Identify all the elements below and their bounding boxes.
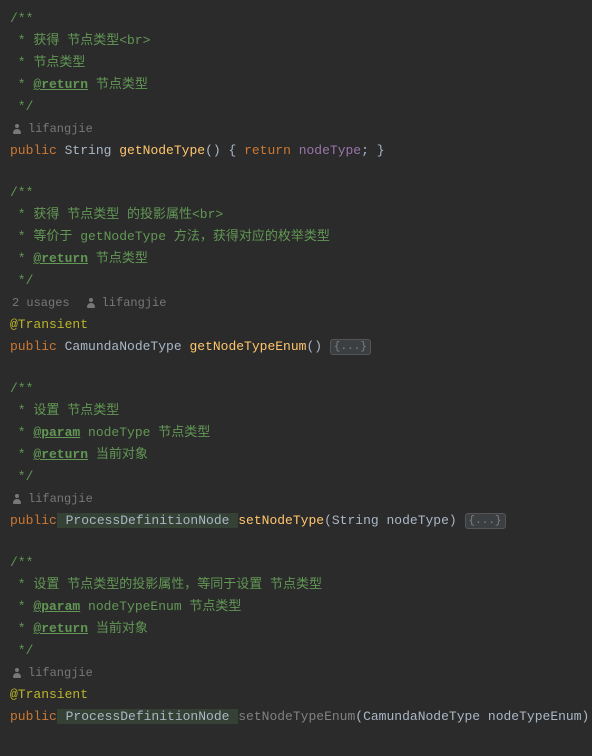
javadoc-line: * @return 节点类型 [10, 74, 592, 96]
javadoc-line: */ [10, 96, 592, 118]
javadoc-line: * @return 当前对象 [10, 444, 592, 466]
method-block-setNodeType: /** * 设置 节点类型 * @param nodeType 节点类型 * @… [10, 378, 592, 532]
method-name: setNodeType [238, 513, 324, 528]
person-icon [12, 124, 22, 134]
javadoc-line: */ [10, 466, 592, 488]
javadoc-line: * 获得 节点类型 的投影属性<br> [10, 204, 592, 226]
javadoc-line: /** [10, 182, 592, 204]
method-block-getNodeType: /** * 获得 节点类型<br> * 节点类型 * @return 节点类型 … [10, 8, 592, 162]
code-line[interactable]: public String getNodeType() { return nod… [10, 140, 592, 162]
method-name: getNodeTypeEnum [189, 339, 306, 354]
javadoc-line: /** [10, 8, 592, 30]
usages-count: 2 usages [12, 292, 70, 314]
param-tag[interactable]: @param [33, 599, 80, 614]
javadoc-line: * @param nodeType 节点类型 [10, 422, 592, 444]
return-tag[interactable]: @return [33, 621, 88, 636]
usages-author-hint[interactable]: 2 usageslifangjie [10, 292, 592, 314]
javadoc-line: * 等价于 getNodeType 方法，获得对应的枚举类型 [10, 226, 592, 248]
person-icon [12, 668, 22, 678]
javadoc-line: * 节点类型 [10, 52, 592, 74]
javadoc-line: * @return 节点类型 [10, 248, 592, 270]
fold-toggle[interactable]: {...} [330, 339, 371, 355]
method-block-setNodeTypeEnum: /** * 设置 节点类型的投影属性，等同于设置 节点类型 * @param n… [10, 552, 592, 728]
highlighted-type: ProcessDefinitionNode [57, 709, 238, 724]
code-line[interactable]: public ProcessDefinitionNode setNodeType… [10, 510, 592, 532]
javadoc-line: /** [10, 552, 592, 574]
annotation-transient: @Transient [10, 314, 592, 336]
fold-toggle[interactable]: {...} [465, 513, 506, 529]
javadoc-line: * 设置 节点类型的投影属性，等同于设置 节点类型 [10, 574, 592, 596]
code-line[interactable]: public ProcessDefinitionNode setNodeType… [10, 706, 592, 728]
annotation-transient: @Transient [10, 684, 592, 706]
code-line[interactable]: public CamundaNodeType getNodeTypeEnum()… [10, 336, 592, 358]
person-icon [12, 494, 22, 504]
return-tag[interactable]: @return [33, 251, 88, 266]
author-hint[interactable]: lifangjie [10, 488, 592, 510]
author-hint[interactable]: lifangjie [10, 662, 592, 684]
javadoc-line: * @return 当前对象 [10, 618, 592, 640]
highlighted-type: ProcessDefinitionNode [57, 513, 238, 528]
javadoc-line: */ [10, 640, 592, 662]
javadoc-line: /** [10, 378, 592, 400]
return-tag[interactable]: @return [33, 77, 88, 92]
javadoc-line: * 获得 节点类型<br> [10, 30, 592, 52]
person-icon [86, 298, 96, 308]
method-name: getNodeType [119, 143, 205, 158]
method-name: setNodeTypeEnum [238, 709, 355, 724]
javadoc-line: * @param nodeTypeEnum 节点类型 [10, 596, 592, 618]
author-hint[interactable]: lifangjie [10, 118, 592, 140]
param-tag[interactable]: @param [33, 425, 80, 440]
return-tag[interactable]: @return [33, 447, 88, 462]
method-block-getNodeTypeEnum: /** * 获得 节点类型 的投影属性<br> * 等价于 getNodeTyp… [10, 182, 592, 358]
javadoc-line: */ [10, 270, 592, 292]
javadoc-line: * 设置 节点类型 [10, 400, 592, 422]
